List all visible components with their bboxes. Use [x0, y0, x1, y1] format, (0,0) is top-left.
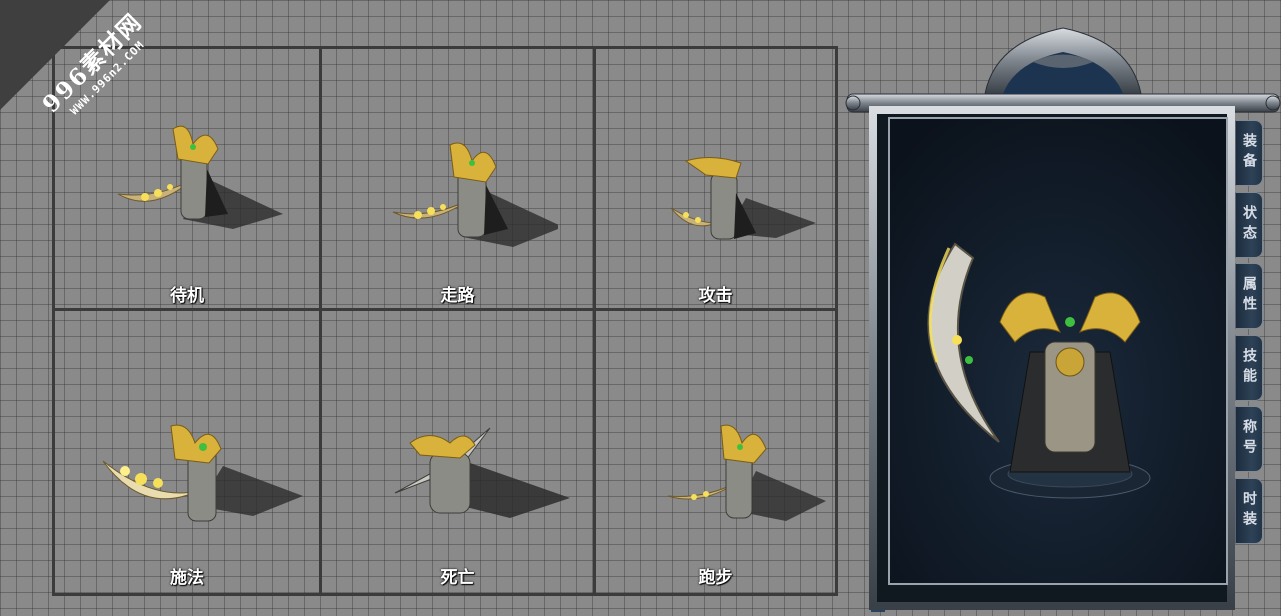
animation-label-death: 死亡	[440, 568, 475, 588]
tab-status[interactable]: 状态	[1235, 191, 1263, 258]
attack-sprite	[670, 157, 816, 240]
tab-attributes[interactable]: 属性	[1235, 263, 1263, 330]
tab-equipment-label: 装备	[1241, 133, 1257, 173]
tab-attributes-label: 属性	[1241, 276, 1257, 317]
tab-skills-label: 技能	[1241, 347, 1257, 388]
animation-cell-attack: 攻击	[596, 49, 835, 311]
animation-label-attack: 攻击	[698, 286, 733, 306]
animation-cell-cast: 施法	[55, 311, 322, 593]
animation-label-walk: 走路	[440, 286, 475, 306]
panel-frame	[845, 27, 1281, 612]
animation-cell-run: 跑步	[596, 311, 835, 593]
animation-cell-walk: 走路	[322, 49, 596, 311]
tab-fashion[interactable]: 时装	[1235, 477, 1263, 544]
cast-sprite	[103, 424, 303, 522]
animation-label-run: 跑步	[698, 568, 733, 588]
panel-tabs: 装备 状态 属性 技能 称号 时装	[1235, 120, 1265, 550]
tab-status-label: 状态	[1241, 204, 1257, 245]
tab-equipment[interactable]: 装备	[1235, 120, 1263, 186]
walk-sprite	[392, 142, 558, 247]
animation-cell-death: 死亡	[322, 311, 596, 593]
watermark: 996素材网 WWW.996n2.COM	[0, 0, 175, 175]
animation-label-cast: 施法	[170, 568, 204, 588]
death-sprite	[394, 427, 570, 518]
run-sprite	[667, 424, 826, 521]
tab-titles-label: 称号	[1241, 419, 1257, 460]
tab-skills[interactable]: 技能	[1235, 334, 1263, 401]
animation-label-idle: 待机	[170, 286, 204, 306]
tab-fashion-label: 时装	[1241, 490, 1257, 531]
tab-titles[interactable]: 称号	[1235, 406, 1263, 473]
character-panel: 装备 状态 属性 技能 称号 时装	[845, 22, 1281, 612]
